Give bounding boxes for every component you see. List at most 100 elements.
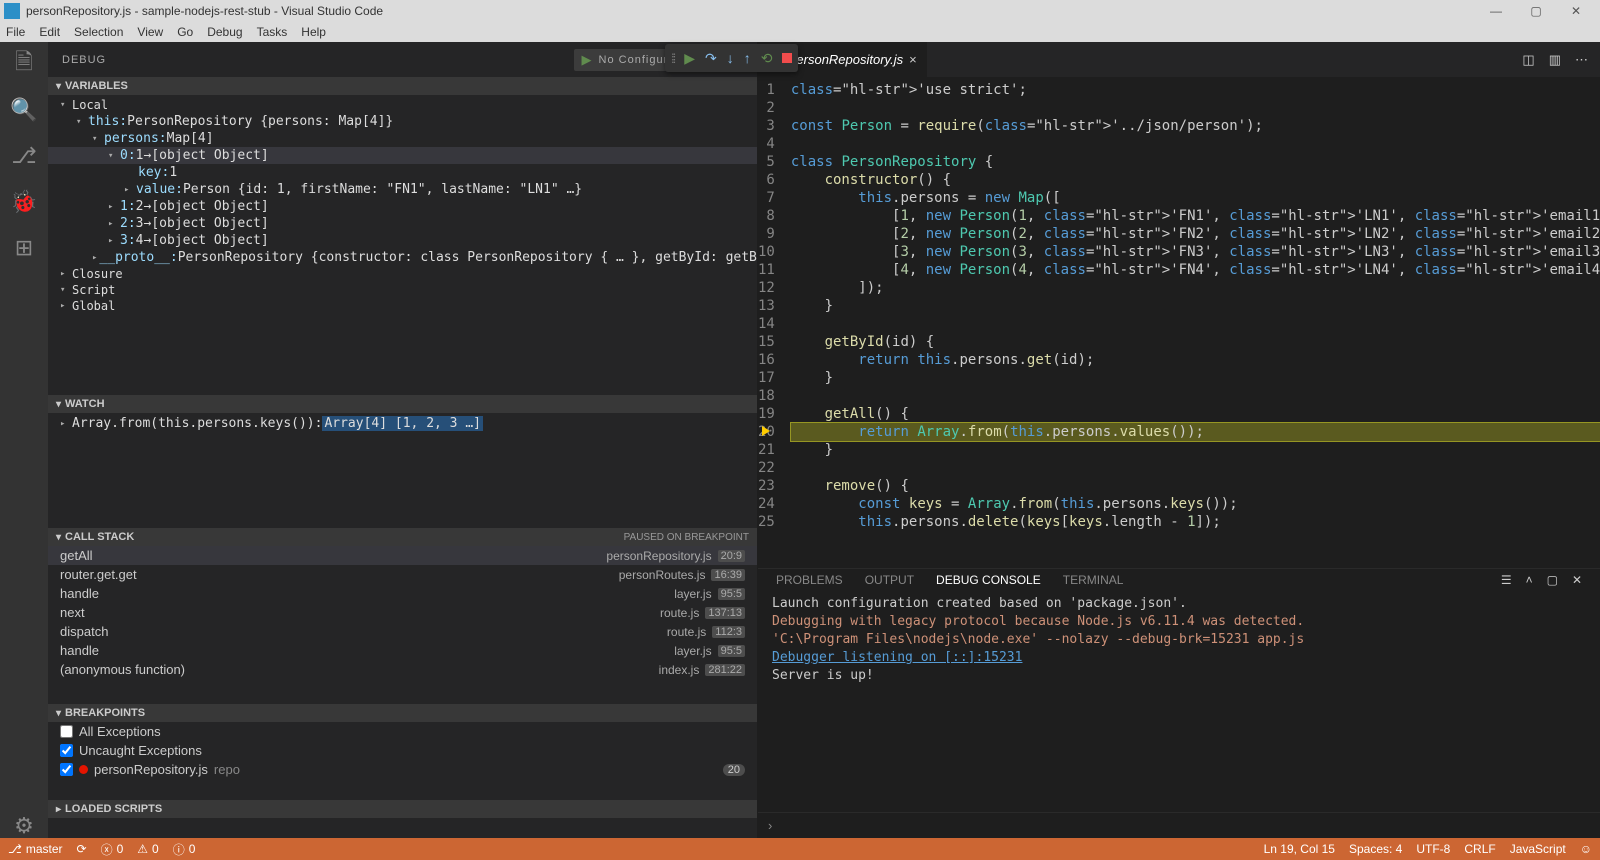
split-editor-icon[interactable]: ◫ <box>1522 52 1534 68</box>
watch-item-0[interactable]: ▸Array.from(this.persons.keys()): Array[… <box>48 415 757 432</box>
step-over-icon[interactable]: ↷ <box>705 50 717 67</box>
loaded-scripts-label: LOADED SCRIPTS <box>65 803 162 815</box>
menu-view[interactable]: View <box>137 25 163 39</box>
info-icon: ⓘ <box>173 841 185 858</box>
explorer-icon[interactable]: 🗎 <box>12 52 36 76</box>
var-entry-1[interactable]: ▸1: 2 → [object Object] <box>48 198 757 215</box>
bp-checkbox[interactable] <box>60 725 73 738</box>
panel-tab-output[interactable]: OUTPUT <box>865 573 914 587</box>
menu-go[interactable]: Go <box>177 25 193 39</box>
panel-tab-terminal[interactable]: TERMINAL <box>1063 573 1124 587</box>
cursor-position[interactable]: Ln 19, Col 15 <box>1264 842 1335 856</box>
close-window-button[interactable]: ✕ <box>1556 4 1596 18</box>
bp-checkbox[interactable] <box>60 744 73 757</box>
scope-closure[interactable]: ▸Closure <box>48 266 757 282</box>
var-entry-0-value[interactable]: ▸value: Person {id: 1, firstName: "FN1",… <box>48 181 757 198</box>
info-count[interactable]: ⓘ0 <box>173 841 196 858</box>
variables-tree: ▾Local ▾this: PersonRepository {persons:… <box>48 95 757 395</box>
variables-section-header[interactable]: ▾ VARIABLES <box>48 77 757 95</box>
menu-tasks[interactable]: Tasks <box>257 25 288 39</box>
chevron-down-icon: ▾ <box>56 399 61 410</box>
menu-bar: File Edit Selection View Go Debug Tasks … <box>0 22 1600 42</box>
callstack-frame-2[interactable]: handlelayer.js95:5 <box>48 584 757 603</box>
git-branch[interactable]: ⎇master <box>8 842 63 856</box>
menu-debug[interactable]: Debug <box>207 25 242 39</box>
menu-help[interactable]: Help <box>301 25 326 39</box>
breakpoints-section-header[interactable]: ▾ BREAKPOINTS <box>48 704 757 722</box>
scope-global[interactable]: ▸Global <box>48 298 757 314</box>
warnings-count[interactable]: ⚠0 <box>137 842 158 856</box>
callstack-frame-1[interactable]: router.get.getpersonRoutes.js16:39 <box>48 565 757 584</box>
status-bar: ⎇master ⟳ ⓧ0 ⚠0 ⓘ0 Ln 19, Col 15 Spaces:… <box>0 838 1600 860</box>
search-icon[interactable]: 🔍 <box>12 98 36 122</box>
step-into-icon[interactable]: ↓ <box>727 50 734 66</box>
indent-info[interactable]: Spaces: 4 <box>1349 842 1402 856</box>
callstack-list: getAllpersonRepository.js20:9 router.get… <box>48 546 757 704</box>
watch-section-header[interactable]: ▾ WATCH <box>48 395 757 413</box>
maximize-button[interactable]: ▢ <box>1516 4 1556 18</box>
minimize-button[interactable]: — <box>1476 4 1516 18</box>
chevron-right-icon: › <box>768 818 772 833</box>
extensions-icon[interactable]: ⊞ <box>12 236 36 260</box>
step-out-icon[interactable]: ↑ <box>744 50 751 66</box>
errors-count[interactable]: ⓧ0 <box>101 841 124 858</box>
panel-tab-debug-console[interactable]: DEBUG CONSOLE <box>936 573 1041 587</box>
debug-console-input[interactable]: › <box>758 812 1600 838</box>
continue-icon[interactable]: ▶ <box>684 50 695 67</box>
more-actions-icon[interactable]: ⋯ <box>1575 52 1588 68</box>
language-mode[interactable]: JavaScript <box>1510 842 1566 856</box>
close-panel-icon[interactable]: ✕ <box>1572 573 1582 587</box>
panel-tab-problems[interactable]: PROBLEMS <box>776 573 843 587</box>
chevron-down-icon: ▾ <box>56 532 61 543</box>
var-persons[interactable]: ▾persons: Map[4] <box>48 130 757 147</box>
var-entry-0-key[interactable]: key: 1 <box>48 164 757 181</box>
callstack-frame-0[interactable]: getAllpersonRepository.js20:9 <box>48 546 757 565</box>
callstack-frame-3[interactable]: nextroute.js137:13 <box>48 603 757 622</box>
debug-console[interactable]: Launch configuration created based on 'p… <box>758 591 1600 812</box>
callstack-section-header[interactable]: ▾ CALL STACK PAUSED ON BREAKPOINT <box>48 528 757 546</box>
warning-icon: ⚠ <box>137 842 148 856</box>
callstack-frame-6[interactable]: (anonymous function)index.js281:22 <box>48 660 757 679</box>
scope-script[interactable]: ▾Script <box>48 282 757 298</box>
drag-handle-icon[interactable]: ⁞⁞ <box>671 51 674 66</box>
filter-icon[interactable]: ☰ <box>1501 573 1512 587</box>
feedback-icon[interactable]: ☺ <box>1580 842 1592 856</box>
toggle-editor-layout-icon[interactable]: ▥ <box>1549 52 1561 68</box>
loaded-scripts-section-header[interactable]: ▸ LOADED SCRIPTS <box>48 800 757 818</box>
restart-icon[interactable]: ⟲ <box>761 50 773 67</box>
breakpoint-marker-icon[interactable] <box>762 423 774 435</box>
eol[interactable]: CRLF <box>1464 842 1495 856</box>
breakpoints-label: BREAKPOINTS <box>65 707 145 719</box>
encoding[interactable]: UTF-8 <box>1416 842 1450 856</box>
menu-file[interactable]: File <box>6 25 25 39</box>
settings-gear-icon[interactable]: ⚙ <box>12 814 36 838</box>
close-tab-icon[interactable]: × <box>909 52 917 67</box>
var-entry-2[interactable]: ▸2: 3 → [object Object] <box>48 215 757 232</box>
collapse-panel-icon[interactable]: ˄ <box>1526 573 1533 587</box>
bp-all-exceptions[interactable]: All Exceptions <box>48 722 757 741</box>
bp-uncaught[interactable]: Uncaught Exceptions <box>48 741 757 760</box>
stop-icon[interactable] <box>782 53 792 63</box>
code-lines[interactable]: class="hl-str">'use strict';const Person… <box>783 77 1600 568</box>
menu-edit[interactable]: Edit <box>39 25 60 39</box>
scope-local[interactable]: ▾Local <box>48 97 757 113</box>
var-this[interactable]: ▾this: PersonRepository {persons: Map[4]… <box>48 113 757 130</box>
bp-file[interactable]: personRepository.js repo20 <box>48 760 757 779</box>
bp-checkbox[interactable] <box>60 763 73 776</box>
var-entry-0[interactable]: ▾0: 1 → [object Object] <box>48 147 757 164</box>
watch-list: ▸Array.from(this.persons.keys()): Array[… <box>48 413 757 528</box>
debug-sidebar: DEBUG ▶ No Configurations ▾ ⚙ ▾ VARIABLE… <box>48 42 758 838</box>
debug-toolbar[interactable]: ⁞⁞ ▶ ↷ ↓ ↑ ⟲ <box>665 44 798 72</box>
code-editor[interactable]: 1234567891011121314151617181920212223242… <box>758 77 1600 568</box>
variables-label: VARIABLES <box>65 80 128 92</box>
menu-selection[interactable]: Selection <box>74 25 123 39</box>
callstack-frame-4[interactable]: dispatchroute.js112:3 <box>48 622 757 641</box>
title-bar: personRepository.js - sample-nodejs-rest… <box>0 0 1600 22</box>
sync-icon[interactable]: ⟳ <box>77 842 87 856</box>
var-entry-3[interactable]: ▸3: 4 → [object Object] <box>48 232 757 249</box>
var-proto[interactable]: ▸__proto__: PersonRepository {constructo… <box>48 249 757 266</box>
maximize-panel-icon[interactable]: ▢ <box>1547 573 1558 587</box>
callstack-frame-5[interactable]: handlelayer.js95:5 <box>48 641 757 660</box>
scm-icon[interactable]: ⎇ <box>12 144 36 168</box>
debug-icon[interactable]: 🐞 <box>12 190 36 214</box>
